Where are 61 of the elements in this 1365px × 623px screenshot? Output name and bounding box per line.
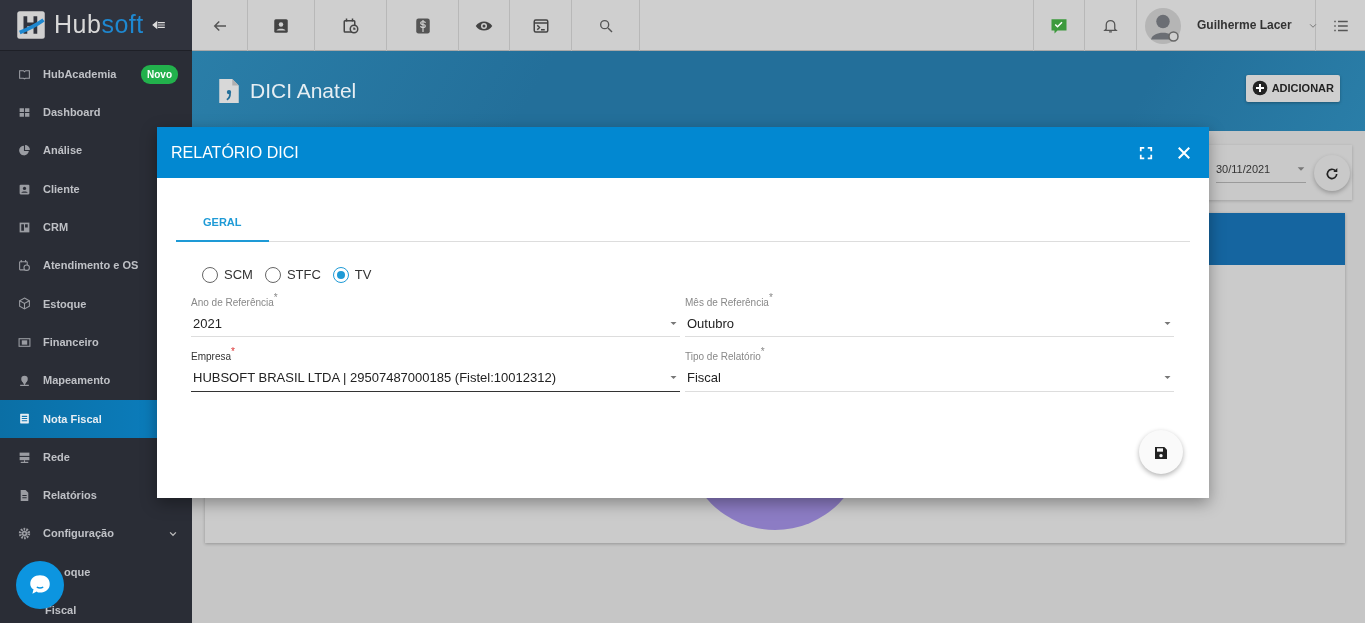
logo-text: Hubsoft [54,9,144,41]
collapse-menu-icon[interactable] [151,18,166,32]
avatar-icon [1145,7,1181,44]
radio-option[interactable]: SCM [202,265,253,285]
pie-chart-icon [18,144,31,158]
grid-icon [18,105,31,119]
dialog-title: RELATÓRIO DICI [171,142,299,163]
sidebar-item[interactable]: Financeiro [0,323,192,362]
document-icon [18,412,31,426]
user-menu[interactable]: Guilherme Lacer [1145,7,1318,44]
gear-icon [18,527,31,541]
sidebar-item[interactable]: Mapeamento [0,361,192,400]
page-title: DICI Anatel [250,78,357,105]
chat-check-icon [1050,16,1068,35]
contact-card-icon [272,16,290,35]
book-icon [18,67,31,81]
sidebar-item[interactable]: Estoque [0,284,192,324]
dollar-icon [413,16,432,35]
sidebar-item[interactable]: Relatórios [0,476,192,515]
map-pin-icon [18,374,31,387]
radio-option[interactable]: TV [332,265,372,285]
select-field[interactable]: HUBSOFT BRASIL LTDA | 29507487000185 (Fistel:10012312) [191,364,680,392]
refresh-icon [1324,165,1340,182]
sidebar-subitem[interactable]: Fiscal [0,591,192,623]
radio-option[interactable]: STFC [264,265,321,285]
terminal-button[interactable] [531,16,550,35]
sidebar-item[interactable]: HubAcademia Novo [0,55,192,94]
sidebar-item[interactable]: Rede [0,437,192,477]
calendar-clock-button[interactable] [341,16,360,35]
calendar-clock-icon [18,259,31,273]
date-field[interactable]: 30/11/2021 [1216,161,1306,183]
sidebar-item[interactable]: Configuração [0,514,192,553]
server-icon [18,450,31,464]
cube-icon [18,297,31,311]
logo-icon [16,10,46,40]
contact-card-button[interactable] [272,16,290,35]
board-icon [18,220,31,234]
calendar-clock-icon [341,16,360,35]
fullscreen-button[interactable] [1139,145,1153,160]
messages-button[interactable] [1050,16,1068,35]
sidebar-subitem[interactable]: oque [0,552,192,592]
plus-circle-icon [1251,80,1268,97]
add-button[interactable]: ADICIONAR [1245,75,1340,102]
file-icon [18,488,31,502]
new-badge: Novo [141,64,178,84]
close-button[interactable] [1177,145,1191,160]
sidebar-item[interactable]: Atendimento e OS [0,246,192,285]
bell-icon [1102,17,1119,34]
notifications-button[interactable] [1102,17,1119,34]
save-button[interactable] [1139,430,1183,474]
contact-card-icon [18,182,31,196]
select-field[interactable]: Fiscal [685,364,1174,392]
money-icon [18,335,31,349]
select-field[interactable]: 2021 [191,309,680,337]
dollar-button[interactable] [413,16,432,35]
terminal-icon [531,16,550,35]
refresh-button[interactable] [1314,155,1350,191]
select-field[interactable]: Outubro [685,309,1174,337]
sidebar-item[interactable]: Dashboard [0,93,192,132]
fullscreen-icon [1139,145,1153,160]
close-icon [1177,145,1191,160]
